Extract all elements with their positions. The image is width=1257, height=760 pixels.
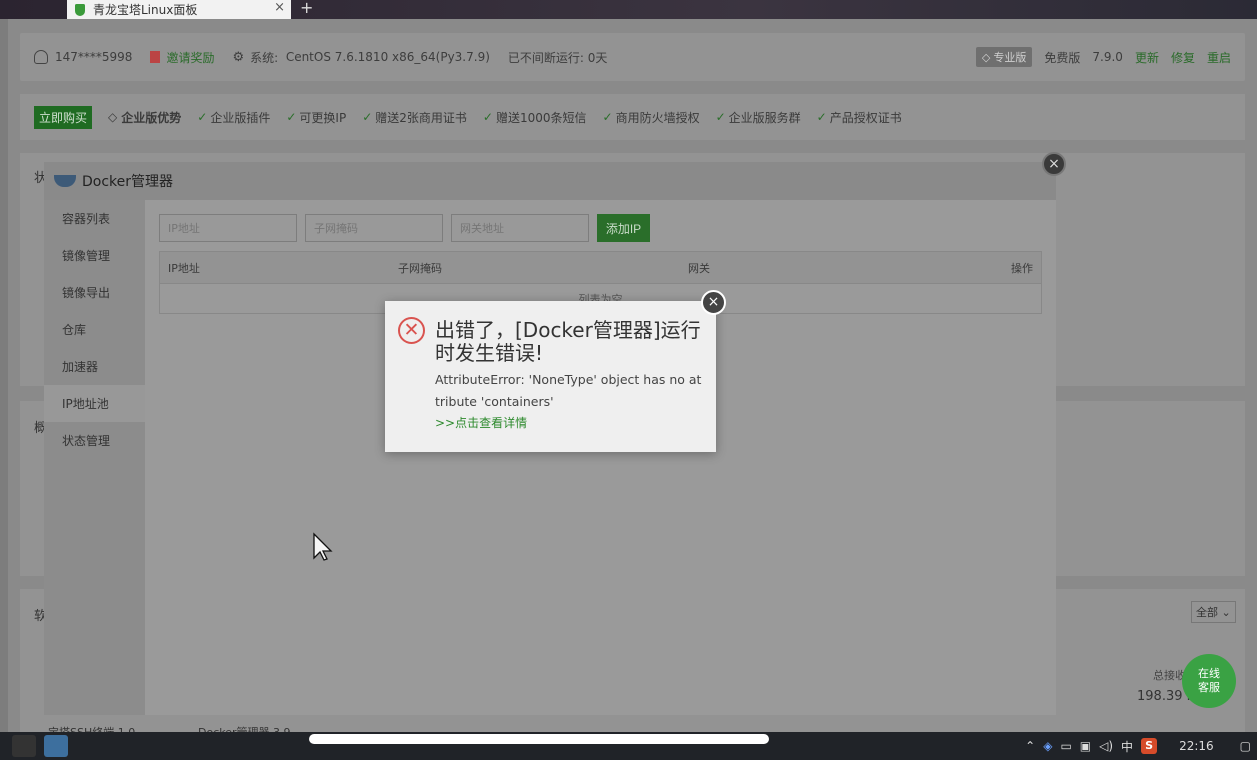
filter-select[interactable]: 全部 ⌄: [1191, 601, 1236, 623]
sidebar-item-image-export[interactable]: 镜像导出: [44, 274, 145, 311]
plugin-ssh: 宝塔SSH终端 1.0: [48, 724, 135, 732]
chevron-up-icon[interactable]: ⌃: [1025, 739, 1035, 753]
check-icon: ✓: [602, 110, 613, 124]
table-header: IP地址 子网掩码 网关 操作: [160, 252, 1041, 283]
version-text: 7.9.0: [1092, 50, 1123, 64]
column-ip: IP地址: [168, 261, 200, 275]
gateway-input[interactable]: [451, 214, 589, 242]
view-details-link[interactable]: >>点击查看详情: [435, 414, 527, 431]
gear-icon: ⚙: [232, 49, 245, 65]
volume-icon[interactable]: ◁): [1099, 739, 1113, 753]
feature-item: ✓ 产品授权证书: [816, 110, 902, 125]
error-message: AttributeError: 'NoneType' object has no…: [435, 372, 702, 409]
update-link[interactable]: 更新: [1135, 49, 1159, 66]
feature-item: ✓ 商用防火墙授权: [602, 110, 700, 125]
tab-close-icon[interactable]: ×: [274, 0, 285, 15]
docker-sidebar: 容器列表 镜像管理 镜像导出 仓库 加速器 IP地址池 状态管理: [44, 200, 145, 715]
user-account[interactable]: 147****5998: [55, 50, 132, 64]
panel-header: 147****5998 邀请奖励 ⚙ 系统: CentOS 7.6.1810 x8…: [20, 33, 1245, 81]
clock[interactable]: 22:16: [1179, 739, 1214, 753]
system-tray: ⌃ ◈ ▭ ▣ ◁) 中 S 22:16 ▢: [1025, 732, 1257, 760]
column-mask: 子网掩码: [398, 261, 442, 275]
feature-item: ✓ 赠送2张商用证书: [362, 110, 467, 125]
error-icon: ✕: [398, 317, 425, 344]
network-icon[interactable]: ▣: [1080, 739, 1091, 753]
ip-address-input[interactable]: [159, 214, 297, 242]
docker-icon: [54, 175, 76, 187]
diamond-icon: ◇: [108, 110, 118, 124]
ime-indicator[interactable]: 中: [1121, 738, 1133, 755]
mouse-cursor-icon: [313, 532, 333, 561]
free-label: 免费版: [1044, 50, 1081, 65]
error-close-icon[interactable]: ×: [701, 290, 726, 315]
sidebar-item-status[interactable]: 状态管理: [44, 422, 145, 459]
restart-link[interactable]: 重启: [1207, 49, 1231, 66]
ip-pool-content: 添加IP IP地址 子网掩码 网关 操作 列表为空: [145, 200, 1056, 715]
check-icon: ✓: [715, 110, 726, 124]
sogou-icon[interactable]: S: [1141, 738, 1158, 754]
feature-item: ✓ 赠送1000条短信: [482, 110, 587, 125]
diamond-icon: ◇: [981, 50, 991, 64]
column-gateway: 网关: [688, 261, 710, 275]
pro-badge[interactable]: ◇ 专业版: [975, 47, 1033, 67]
browser-tab-bar: 青龙宝塔Linux面板 × +: [0, 0, 1257, 19]
battery-icon[interactable]: ▭: [1060, 739, 1071, 753]
error-dialog: ✕ 出错了，[Docker管理器]运行时发生错误! AttributeError…: [385, 301, 716, 452]
sidebar-item-containers[interactable]: 容器列表: [44, 200, 145, 237]
feature-item: ✓ 企业版插件: [197, 110, 271, 125]
modal-close-icon[interactable]: ×: [1042, 152, 1066, 176]
shield-icon: [75, 3, 85, 16]
system-label: 系统:: [250, 50, 279, 65]
modal-title-bar: Docker管理器: [44, 162, 1056, 200]
add-ip-button[interactable]: 添加IP: [597, 214, 650, 242]
browser-tab[interactable]: 青龙宝塔Linux面板 ×: [67, 0, 291, 19]
plugin-docker: Docker管理器 3.9: [198, 724, 291, 732]
gift-icon: [150, 51, 161, 63]
feature-item: ✓ 企业版服务群: [715, 110, 801, 125]
horizontal-scrollbar[interactable]: [309, 734, 769, 744]
check-icon: ✓: [286, 110, 297, 124]
taskbar-app-icon[interactable]: [12, 735, 36, 757]
system-value: CentOS 7.6.1810 x86_64(Py3.7.9): [285, 50, 490, 64]
check-icon: ✓: [482, 110, 493, 124]
sidebar-item-registry[interactable]: 仓库: [44, 311, 145, 348]
sidebar-item-accelerator[interactable]: 加速器: [44, 348, 145, 385]
sidebar-item-ip-pool[interactable]: IP地址池: [44, 385, 145, 422]
column-action: 操作: [1011, 261, 1033, 275]
feature-item: ✓ 可更换IP: [286, 110, 347, 125]
tab-title: 青龙宝塔Linux面板: [93, 3, 198, 17]
user-icon: [34, 50, 48, 64]
invite-link[interactable]: 邀请奖励: [166, 49, 214, 66]
check-icon: ✓: [197, 110, 208, 124]
repair-link[interactable]: 修复: [1171, 49, 1195, 66]
check-icon: ✓: [816, 110, 827, 124]
subnet-mask-input[interactable]: [305, 214, 443, 242]
enterprise-advantage: 企业版优势: [121, 110, 182, 125]
uptime-text: 已不间断运行: 0天: [507, 50, 608, 65]
shield-icon[interactable]: ◈: [1043, 739, 1052, 753]
online-service-button[interactable]: 在线 客服: [1182, 654, 1236, 708]
modal-title: Docker管理器: [82, 174, 174, 190]
notification-icon[interactable]: ▢: [1240, 739, 1251, 753]
error-title: 出错了，[Docker管理器]运行时发生错误!: [435, 318, 701, 365]
new-tab-button[interactable]: +: [300, 0, 313, 17]
buy-now-button[interactable]: 立即购买: [34, 105, 93, 129]
browser-app-icon[interactable]: [44, 735, 68, 757]
sidebar-item-images[interactable]: 镜像管理: [44, 237, 145, 274]
enterprise-promo-bar: 立即购买 ◇ 企业版优势 ✓ 企业版插件 ✓ 可更换IP ✓ 赠送2张商用证书 ✓ 赠送1…: [20, 94, 1245, 140]
check-icon: ✓: [362, 110, 373, 124]
panel-page: 147****5998 邀请奖励 ⚙ 系统: CentOS 7.6.1810 x8…: [0, 19, 1257, 732]
